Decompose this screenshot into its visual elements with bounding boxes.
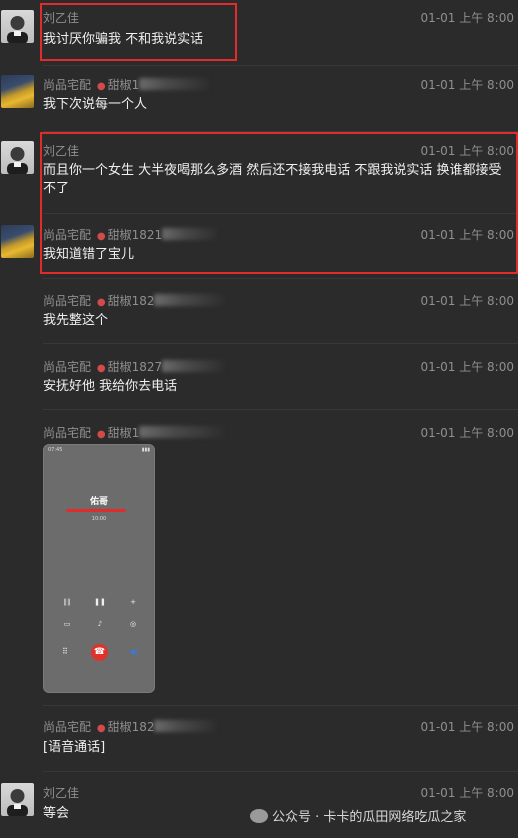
sender-nickname: 尚品宅配: [43, 426, 92, 440]
watermark: 公众号 · 卡卡的瓜田网络吃瓜之家: [250, 806, 466, 825]
message-item: 刘乙佳 01-01 上午 8:00 等会: [0, 772, 518, 838]
message-text[interactable]: [语音通话]: [43, 739, 510, 757]
timestamp: 01-01 上午 8:00: [420, 720, 514, 734]
status-bar: 07:45 ▮▮▮: [48, 447, 150, 453]
avatar[interactable]: [1, 75, 34, 108]
sender-name: 尚品宅配 ● 甜椒1827: [43, 358, 225, 375]
sender-nickname: 尚品宅配: [43, 294, 92, 308]
timestamp: 01-01 上午 8:00: [420, 360, 514, 374]
sender-name: 刘乙佳: [43, 786, 80, 800]
avatar[interactable]: [1, 10, 34, 43]
sender-name: 尚品宅配 ● 甜椒1: [43, 424, 225, 441]
redacted-blur: [139, 78, 210, 90]
message-text: 安抚好他 我给你去电话: [43, 379, 178, 394]
pin-icon: ●: [96, 429, 106, 440]
hold-icon: ❚❚: [94, 598, 106, 606]
avatar[interactable]: [1, 225, 34, 258]
redacted-blur: [154, 720, 217, 732]
status-time: 07:45: [48, 447, 63, 453]
timestamp: 01-01 上午 8:00: [420, 11, 514, 25]
timestamp: 01-01 上午 8:00: [420, 294, 514, 308]
avatar[interactable]: [1, 141, 34, 174]
signal-icon: ▮▮▮: [141, 447, 150, 453]
contacts-icon: ◎: [129, 620, 137, 628]
sender-name: 尚品宅配 ● 甜椒1: [43, 76, 210, 93]
sender-remark: 甜椒1: [107, 426, 140, 440]
keypad-icon: ⠿: [62, 647, 68, 656]
hang-up-icon: ☎: [91, 644, 108, 661]
redacted-blur: [162, 360, 225, 372]
mute-icon: ♪: [97, 620, 103, 628]
wechat-icon: [250, 809, 268, 823]
sender-nickname: 尚品宅配: [43, 720, 92, 734]
message-item: 尚品宅配 ● 甜椒1827 01-01 上午 8:00 安抚好他 我给你去电话: [0, 344, 518, 410]
call-screenshot-image[interactable]: 07:45 ▮▮▮ 佑哥 10:00 ∥∥ ❚❚ + ▭ ♪ ◎ ⠿ ☎ ◀): [43, 444, 155, 693]
sender-remark: 甜椒1827: [107, 360, 163, 374]
highlight-box: [40, 3, 237, 61]
pin-icon: ●: [96, 81, 106, 92]
timestamp: 01-01 上午 8:00: [420, 78, 514, 92]
timestamp: 01-01 上午 8:00: [420, 426, 514, 440]
message-text: 我先整这个: [43, 313, 109, 328]
call-duration: 10:00: [91, 516, 107, 522]
message-item: 尚品宅配 ● 甜椒1 01-01 上午 8:00 我下次说每一个人: [0, 66, 518, 132]
redaction-line: [66, 509, 126, 512]
timestamp: 01-01 上午 8:00: [420, 786, 514, 800]
pin-icon: ●: [96, 723, 106, 734]
sender-remark: 甜椒182: [107, 720, 155, 734]
message-text: 我下次说每一个人: [43, 97, 148, 112]
sender-name: 尚品宅配 ● 甜椒182: [43, 718, 217, 735]
pin-icon: ●: [96, 297, 106, 308]
video-icon: ▭: [63, 620, 71, 628]
message-item: 尚品宅配 ● 甜椒182 01-01 上午 8:00 [语音通话]: [0, 706, 518, 772]
sender-nickname: 尚品宅配: [43, 78, 92, 92]
speaker-icon: ◀): [129, 647, 139, 656]
sender-remark: 甜椒182: [107, 294, 155, 308]
sender-nickname: 尚品宅配: [43, 360, 92, 374]
sender-name: 尚品宅配 ● 甜椒182: [43, 292, 225, 309]
highlight-box: [40, 132, 518, 274]
redacted-blur: [139, 426, 225, 438]
caller-name: 佑哥: [89, 497, 108, 507]
avatar[interactable]: [1, 783, 34, 816]
add-call-icon: +: [130, 598, 136, 606]
watermark-text: 公众号 · 卡卡的瓜田网络吃瓜之家: [272, 810, 467, 825]
pin-icon: ●: [96, 363, 106, 374]
message-item: 尚品宅配 ● 甜椒182 01-01 上午 8:00 我先整这个: [0, 278, 518, 344]
record-icon: ∥∥: [63, 598, 71, 606]
redacted-blur: [154, 294, 225, 306]
sender-remark: 甜椒1: [107, 78, 140, 92]
